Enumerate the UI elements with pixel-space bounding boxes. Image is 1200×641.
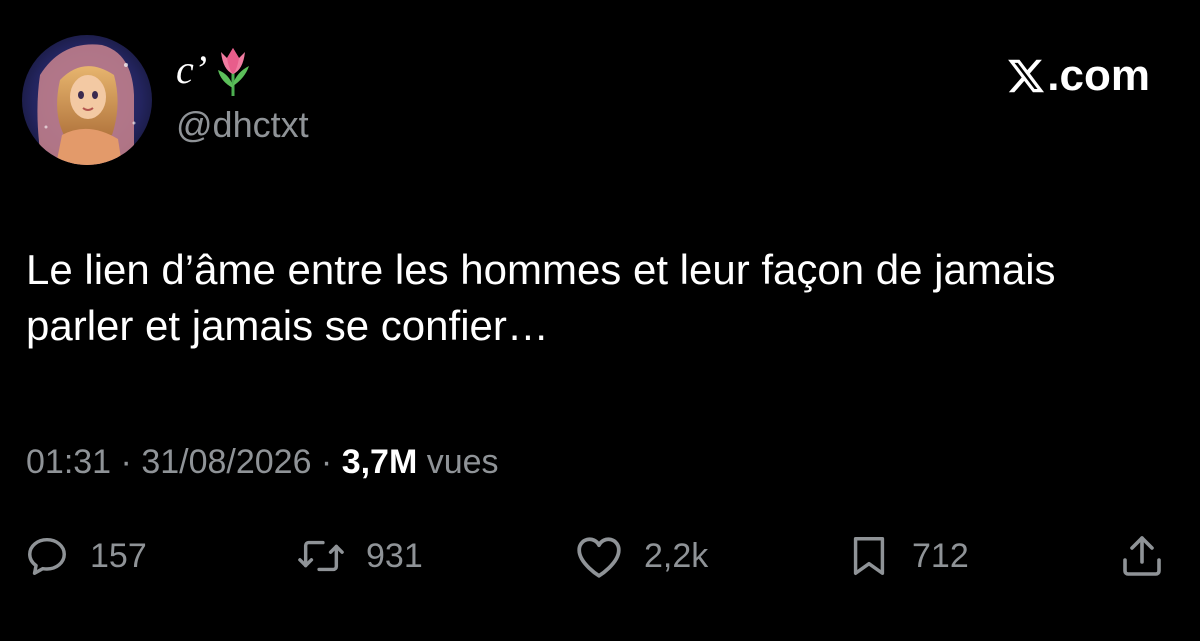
repost-count: 931 (366, 536, 423, 575)
like-button[interactable]: 2,2k (574, 530, 708, 582)
avatar[interactable] (22, 35, 152, 165)
user-handle[interactable]: @dhctxt (176, 107, 309, 143)
views-label: vues (417, 443, 499, 481)
tweet-time[interactable]: 01:31 (26, 443, 111, 481)
heart-icon (574, 533, 624, 579)
display-name-text: c’ (176, 47, 208, 92)
reply-icon (24, 533, 70, 579)
brand-label: .com (1047, 51, 1150, 100)
repost-button[interactable]: 931 (296, 530, 423, 582)
meta-separator: · (111, 443, 142, 481)
share-icon (1118, 532, 1166, 580)
tweet-date[interactable]: 31/08/2026 (141, 443, 311, 481)
display-name[interactable]: c’ (176, 42, 253, 98)
x-logo-icon (1006, 56, 1046, 96)
tweet-meta: 01:31 · 31/08/2026 · 3,7M vues (26, 440, 499, 484)
tulip-emoji (213, 42, 253, 98)
avatar-image (22, 35, 152, 165)
meta-separator: · (311, 443, 342, 481)
tweet-text: Le lien d’âme entre les hommes et leur f… (26, 246, 1056, 349)
like-count: 2,2k (644, 536, 709, 575)
bookmark-button[interactable]: 712 (846, 530, 969, 582)
brand-logo: .com (1006, 54, 1150, 98)
reply-button[interactable]: 157 (24, 530, 147, 582)
repost-icon (296, 533, 346, 579)
action-bar: 157 931 2,2k 712 (24, 530, 1174, 582)
bookmark-icon (846, 533, 892, 579)
views-count: 3,7M (341, 443, 418, 481)
bookmark-count: 712 (912, 536, 969, 575)
share-button[interactable] (1118, 530, 1166, 582)
reply-count: 157 (90, 536, 147, 575)
